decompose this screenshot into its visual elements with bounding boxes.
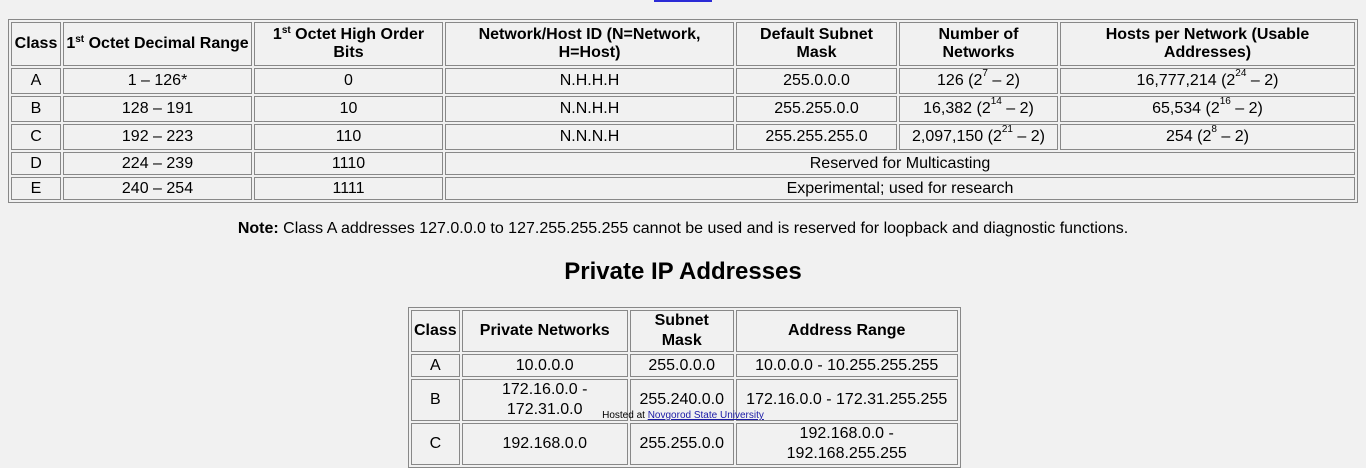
cell-networks: 16,382 (214 – 2) bbox=[899, 96, 1058, 122]
footer: Hosted at Novgorod State University bbox=[0, 410, 1366, 421]
header-class: Class bbox=[11, 22, 61, 66]
cell-mask: 255.0.0.0 bbox=[736, 68, 897, 94]
header-class: Class bbox=[411, 310, 460, 352]
cell-hosts: 254 (28 – 2) bbox=[1060, 124, 1355, 150]
loopback-note: Note: Class A addresses 127.0.0.0 to 127… bbox=[0, 220, 1366, 238]
cell-mask: 255.255.0.0 bbox=[736, 96, 897, 122]
header-high-order-bits: 1st Octet High Order Bits bbox=[254, 22, 443, 66]
header-subnet-mask: Subnet Mask bbox=[629, 310, 734, 352]
header-private-networks: Private Networks bbox=[461, 310, 628, 352]
cell-reserved-multicasting: Reserved for Multicasting bbox=[445, 152, 1355, 175]
cell-bits: 110 bbox=[254, 124, 443, 150]
cell-bits: 1110 bbox=[254, 152, 443, 175]
header-decimal-range: 1st Octet Decimal Range bbox=[63, 22, 252, 66]
cell-mask: 255.255.255.0 bbox=[736, 124, 897, 150]
cell-network-host: N.N.H.H bbox=[445, 96, 734, 122]
ip-class-table: Class 1st Octet Decimal Range 1st Octet … bbox=[8, 19, 1358, 203]
cell-class: D bbox=[11, 152, 61, 175]
footer-prefix: Hosted at bbox=[602, 410, 648, 421]
cell-bits: 10 bbox=[254, 96, 443, 122]
cell-private-networks: 192.168.0.0 bbox=[461, 423, 628, 465]
cell-experimental: Experimental; used for research bbox=[445, 177, 1355, 200]
header-default-subnet-mask: Default Subnet Mask bbox=[736, 22, 897, 66]
table-header-row: Class 1st Octet Decimal Range 1st Octet … bbox=[11, 22, 1355, 66]
cell-private-networks: 10.0.0.0 bbox=[461, 354, 628, 377]
header-network-host-id: Network/Host ID (N=Network, H=Host) bbox=[445, 22, 734, 66]
header-hosts-per-network: Hosts per Network (Usable Addresses) bbox=[1060, 22, 1355, 66]
table-row: C 192.168.0.0 255.255.0.0 192.168.0.0 - … bbox=[411, 423, 958, 465]
cell-subnet-mask: 255.255.0.0 bbox=[629, 423, 734, 465]
cell-range: 240 – 254 bbox=[63, 177, 252, 200]
header-number-of-networks: Number of Networks bbox=[899, 22, 1058, 66]
table-row: A 10.0.0.0 255.0.0.0 10.0.0.0 - 10.255.2… bbox=[411, 354, 958, 377]
table-row: A 1 – 126* 0 N.H.H.H 255.0.0.0 126 (27 –… bbox=[11, 68, 1355, 94]
table-header-row: Class Private Networks Subnet Mask Addre… bbox=[411, 310, 958, 352]
cell-class: C bbox=[411, 423, 460, 465]
cell-hosts: 16,777,214 (224 – 2) bbox=[1060, 68, 1355, 94]
header-address-range: Address Range bbox=[735, 310, 958, 352]
cell-address-range: 192.168.0.0 - 192.168.255.255 bbox=[735, 423, 958, 465]
cell-network-host: N.H.H.H bbox=[445, 68, 734, 94]
private-ip-title: Private IP Addresses bbox=[564, 258, 802, 285]
cell-class: E bbox=[11, 177, 61, 200]
university-link[interactable]: Novgorod State University bbox=[648, 410, 764, 421]
private-ip-table: Class Private Networks Subnet Mask Addre… bbox=[408, 307, 961, 468]
table-row: B 128 – 191 10 N.N.H.H 255.255.0.0 16,38… bbox=[11, 96, 1355, 122]
top-link-fragment[interactable] bbox=[654, 0, 712, 2]
cell-class: A bbox=[11, 68, 61, 94]
cell-class: C bbox=[11, 124, 61, 150]
table-row: E 240 – 254 1111 Experimental; used for … bbox=[11, 177, 1355, 200]
cell-range: 224 – 239 bbox=[63, 152, 252, 175]
cell-class: B bbox=[11, 96, 61, 122]
cell-address-range: 10.0.0.0 - 10.255.255.255 bbox=[735, 354, 958, 377]
cell-network-host: N.N.N.H bbox=[445, 124, 734, 150]
cell-class: A bbox=[411, 354, 460, 377]
table-row: C 192 – 223 110 N.N.N.H 255.255.255.0 2,… bbox=[11, 124, 1355, 150]
cell-hosts: 65,534 (216 – 2) bbox=[1060, 96, 1355, 122]
table-row: D 224 – 239 1110 Reserved for Multicasti… bbox=[11, 152, 1355, 175]
cell-range: 192 – 223 bbox=[63, 124, 252, 150]
cell-range: 128 – 191 bbox=[63, 96, 252, 122]
cell-range: 1 – 126* bbox=[63, 68, 252, 94]
cell-bits: 1111 bbox=[254, 177, 443, 200]
cell-subnet-mask: 255.0.0.0 bbox=[629, 354, 734, 377]
note-label: Note: bbox=[237, 220, 279, 237]
cell-bits: 0 bbox=[254, 68, 443, 94]
cell-networks: 126 (27 – 2) bbox=[899, 68, 1058, 94]
cell-networks: 2,097,150 (221 – 2) bbox=[899, 124, 1058, 150]
note-text: Class A addresses 127.0.0.0 to 127.255.2… bbox=[278, 220, 1129, 237]
